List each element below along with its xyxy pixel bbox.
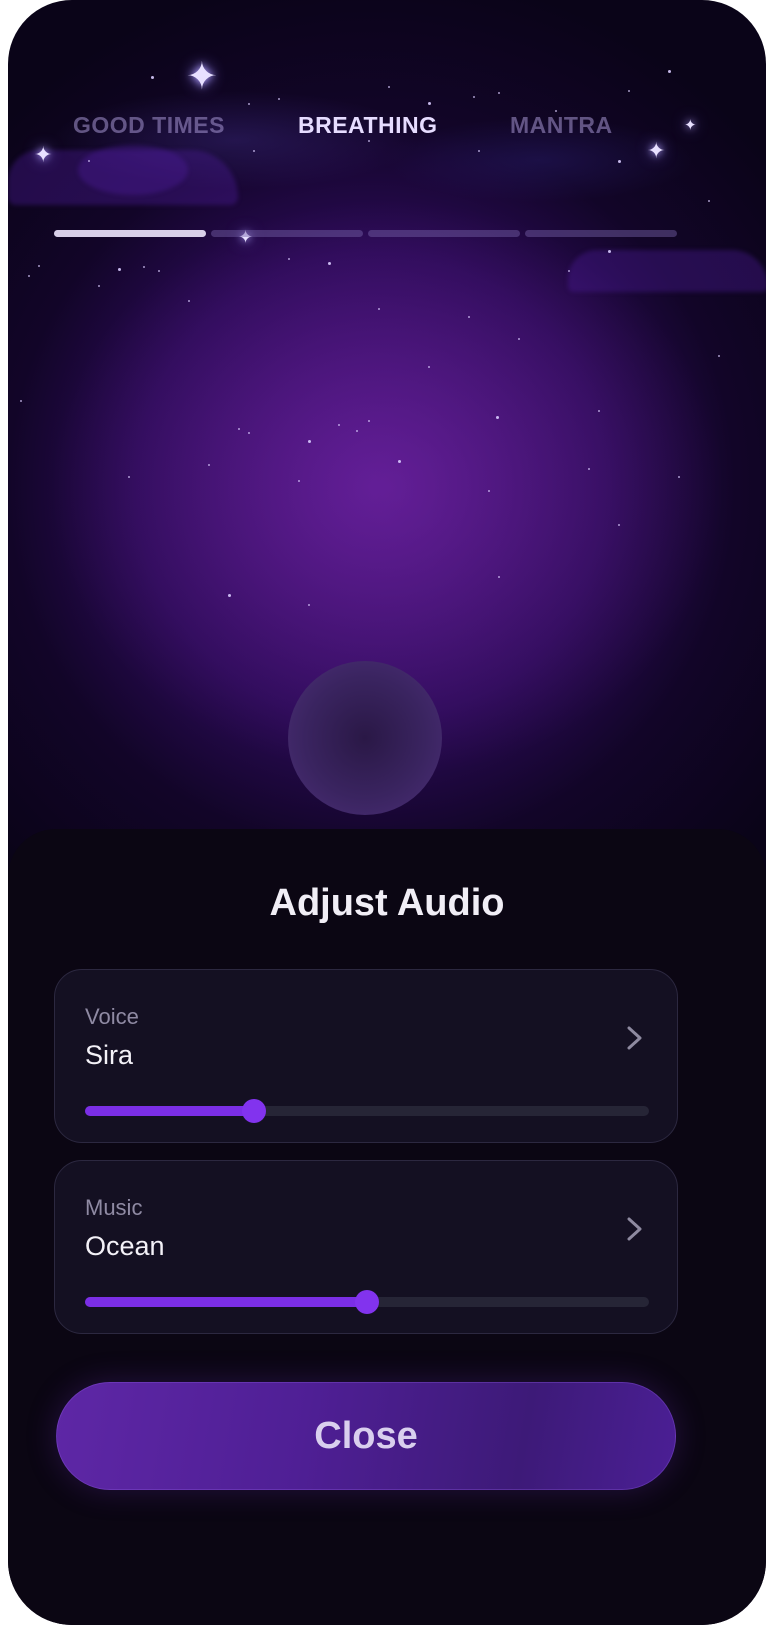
music-value: Ocean [85, 1231, 165, 1261]
star [368, 420, 370, 422]
star [278, 98, 280, 100]
star [388, 86, 390, 88]
tab-breathing[interactable]: BREATHING [298, 112, 438, 139]
sheet-title: Adjust Audio [269, 882, 505, 924]
star [628, 90, 630, 92]
chevron-right-icon[interactable] [621, 1025, 647, 1051]
close-button[interactable]: Close [56, 1382, 676, 1490]
star [288, 258, 290, 260]
star [708, 200, 710, 202]
adjust-audio-sheet: Adjust Audio Voice Sira Music Ocean Clos… [8, 829, 766, 1625]
star [428, 102, 431, 105]
star [28, 275, 30, 277]
progress-segment [211, 230, 363, 237]
star [378, 308, 380, 310]
progress-segment-fill [54, 230, 206, 237]
star [248, 103, 250, 105]
star [188, 300, 190, 302]
phone-screen: ✦ ✦ ✦ ✦ ✦ GOOD TIMES BREATHING MANTRA Ad… [8, 0, 766, 1625]
progress-segment [525, 230, 677, 237]
star [498, 576, 500, 578]
star [128, 476, 130, 478]
cloud-right [568, 250, 766, 292]
voice-volume-handle[interactable] [242, 1099, 267, 1123]
star [718, 355, 720, 357]
star [473, 96, 475, 98]
music-label: Music [85, 1195, 143, 1220]
session-progress [54, 230, 716, 240]
star [468, 316, 470, 318]
star [618, 160, 621, 163]
music-volume-handle[interactable] [355, 1290, 379, 1314]
voice-volume-fill [85, 1106, 255, 1116]
star [356, 430, 358, 432]
voice-value: Sira [85, 1040, 134, 1070]
chevron-right-icon[interactable] [621, 1216, 647, 1242]
star [668, 70, 671, 73]
star [498, 92, 500, 94]
tab-mantra[interactable]: MANTRA [510, 112, 613, 139]
star [38, 265, 40, 267]
breathing-orb [288, 661, 442, 815]
star [298, 480, 300, 482]
star [398, 460, 401, 463]
voice-label: Voice [85, 1004, 139, 1029]
star [208, 464, 210, 466]
star [88, 160, 90, 162]
star [588, 468, 590, 470]
star [568, 270, 570, 272]
star [618, 524, 620, 526]
star [151, 76, 154, 79]
star [118, 268, 121, 271]
star [678, 476, 680, 478]
star [228, 594, 231, 597]
star [143, 266, 145, 268]
voice-card[interactable]: Voice Sira [54, 969, 678, 1143]
voice-volume-slider[interactable] [85, 1099, 649, 1123]
music-volume-slider[interactable] [85, 1290, 649, 1314]
tab-bar: GOOD TIMES BREATHING MANTRA [8, 112, 766, 152]
progress-segment [368, 230, 520, 237]
star [248, 432, 250, 434]
star [496, 416, 499, 419]
star [428, 366, 430, 368]
music-card[interactable]: Music Ocean [54, 1160, 678, 1334]
star [338, 424, 340, 426]
progress-segment [54, 230, 206, 237]
star [20, 400, 22, 402]
sparkle-star-icon: ✦ [186, 56, 218, 98]
music-volume-fill [85, 1297, 367, 1307]
star [158, 270, 160, 272]
star [608, 250, 611, 253]
star [488, 490, 490, 492]
star [308, 604, 310, 606]
cloud-left-top [78, 145, 188, 195]
star [328, 262, 331, 265]
star [518, 338, 520, 340]
star [598, 410, 600, 412]
star [98, 285, 100, 287]
star [308, 440, 311, 443]
star [238, 428, 240, 430]
tab-good-times[interactable]: GOOD TIMES [73, 112, 225, 139]
